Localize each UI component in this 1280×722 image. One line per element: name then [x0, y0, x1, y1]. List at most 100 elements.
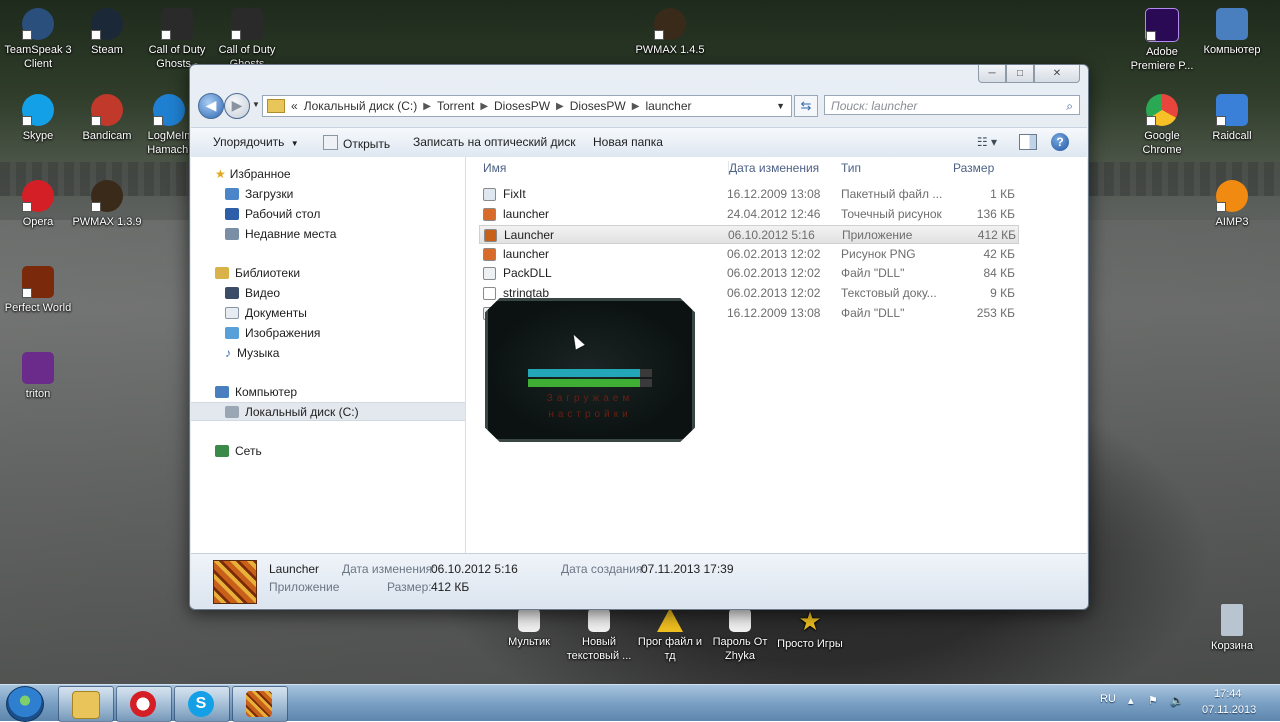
- breadcrumb-diosespw[interactable]: DiosesPW: [494, 99, 550, 113]
- batch-file-icon: [483, 188, 496, 201]
- breadcrumb-torrent[interactable]: Torrent: [437, 99, 474, 113]
- desktop-icon-perfect-world[interactable]: Perfect World: [0, 266, 76, 315]
- taskbar-item-launcher[interactable]: [232, 686, 288, 722]
- file-date: 16.12.2009 13:08: [727, 306, 821, 320]
- nav-libraries[interactable]: Библиотеки: [191, 264, 465, 283]
- breadcrumb-local-disk[interactable]: Локальный диск (C:): [304, 99, 418, 113]
- organize-button[interactable]: Упорядочить ▼: [213, 135, 299, 149]
- minimize-button[interactable]: ─: [978, 65, 1006, 83]
- refresh-button[interactable]: ⇆: [794, 95, 818, 117]
- volume-icon[interactable]: 🔈: [1170, 694, 1184, 707]
- desktop-icon-skype[interactable]: Skype: [0, 94, 76, 143]
- desktop-icon-label: PWMAX 1.3.9: [72, 216, 142, 228]
- breadcrumb-separator-icon[interactable]: ▶: [423, 101, 431, 112]
- file-row[interactable]: launcher 06.02.2013 12:02 Рисунок PNG 42…: [479, 245, 1019, 264]
- column-header-name[interactable]: Имя: [483, 161, 506, 175]
- desktop-icon-pwmax-139[interactable]: PWMAX 1.3.9: [69, 180, 145, 229]
- nav-music[interactable]: ♪ Музыка: [191, 344, 465, 363]
- help-icon[interactable]: ?: [1051, 133, 1069, 151]
- desktop-icon-multik[interactable]: Мультик: [491, 608, 567, 649]
- desktop-icon-chrome[interactable]: Google Chrome: [1124, 94, 1200, 157]
- desktop-icon-cod-ghosts-2[interactable]: Call of Duty Ghosts: [209, 8, 285, 71]
- breadcrumb-separator-icon[interactable]: ▶: [556, 101, 564, 112]
- file-name: Launcher: [504, 228, 555, 242]
- taskbar-item-opera[interactable]: [116, 686, 172, 722]
- tray-arrow-icon[interactable]: ▴: [1128, 694, 1134, 707]
- language-indicator[interactable]: RU: [1100, 693, 1116, 705]
- desktop-icon-prog-files[interactable]: Прог файл и тд: [632, 608, 708, 663]
- desktop-icon-label: Steam: [91, 44, 123, 56]
- preview-pane-icon[interactable]: [1019, 134, 1037, 150]
- action-center-flag-icon[interactable]: ⚑: [1148, 694, 1158, 707]
- desktop-icon-label: triton: [25, 388, 51, 400]
- address-bar[interactable]: « Локальный диск (C:) ▶ Torrent ▶ Dioses…: [262, 95, 792, 117]
- desktop-icon-password[interactable]: Пароль От Zhyka: [702, 608, 778, 663]
- recent-places-icon: [225, 228, 239, 240]
- nav-label: Избранное: [229, 167, 291, 181]
- nav-recent-places[interactable]: Недавние места: [191, 225, 465, 244]
- desktop-icon-raidcall[interactable]: Raidcall: [1194, 94, 1270, 143]
- file-row-selected[interactable]: Launcher 06.10.2012 5:16 Приложение 412 …: [479, 225, 1019, 244]
- desktop-icon-bandicam[interactable]: Bandicam: [69, 94, 145, 143]
- close-button[interactable]: ✕: [1034, 65, 1080, 83]
- nav-label: Рабочий стол: [245, 207, 321, 221]
- breadcrumb-overflow[interactable]: «: [291, 99, 298, 113]
- open-button[interactable]: Открыть: [323, 135, 390, 151]
- clock-date[interactable]: 07.11.2013: [1202, 704, 1256, 716]
- address-dropdown-icon[interactable]: ▼: [776, 101, 785, 111]
- column-header-type[interactable]: Тип: [841, 161, 861, 175]
- history-dropdown-icon[interactable]: ▼: [252, 100, 260, 109]
- nav-desktop[interactable]: Рабочий стол: [191, 205, 465, 224]
- breadcrumb-separator-icon[interactable]: ▶: [480, 101, 488, 112]
- new-folder-button[interactable]: Новая папка: [593, 135, 663, 149]
- nav-video[interactable]: Видео: [191, 284, 465, 303]
- desktop-icon-label: Новый текстовый ...: [566, 636, 632, 662]
- search-input[interactable]: Поиск: launcher ⌕: [824, 95, 1080, 115]
- nav-favorites[interactable]: ★ Избранное: [191, 165, 465, 184]
- desktop-icon-teamspeak[interactable]: TeamSpeak 3 Client: [0, 8, 76, 71]
- column-header-size[interactable]: Размер: [953, 161, 994, 175]
- desktop-icon-just-games[interactable]: ★ Просто Игры: [772, 608, 848, 651]
- desktop-icon-premiere[interactable]: Adobe Premiere P...: [1124, 8, 1200, 73]
- file-date: 06.10.2012 5:16: [728, 228, 815, 242]
- desktop-icon-computer[interactable]: Компьютер: [1194, 8, 1270, 57]
- burn-button[interactable]: Записать на оптический диск: [413, 135, 576, 149]
- maximize-button[interactable]: □: [1006, 65, 1034, 83]
- nav-images[interactable]: Изображения: [191, 324, 465, 343]
- desktop-icon-new-text[interactable]: Новый текстовый ...: [561, 608, 637, 663]
- breadcrumb-diosespw-2[interactable]: DiosesPW: [570, 99, 626, 113]
- nav-computer[interactable]: Компьютер: [191, 383, 465, 402]
- taskbar-item-explorer[interactable]: [58, 686, 114, 722]
- organize-label: Упорядочить: [213, 135, 285, 149]
- drive-icon: [225, 406, 239, 418]
- text-file-icon: [729, 608, 751, 632]
- search-icon[interactable]: ⌕: [1066, 96, 1073, 116]
- skype-icon: [22, 94, 54, 126]
- desktop-icon-steam[interactable]: Steam: [69, 8, 145, 57]
- breadcrumb-separator-icon[interactable]: ▶: [632, 101, 640, 112]
- dll-icon: [483, 267, 496, 280]
- file-row[interactable]: PackDLL 06.02.2013 12:02 Файл "DLL" 84 К…: [479, 264, 1019, 283]
- nav-local-disk[interactable]: Локальный диск (C:): [191, 402, 465, 421]
- desktop-icon-opera[interactable]: Opera: [0, 180, 76, 229]
- back-button[interactable]: ◀: [198, 93, 224, 119]
- desktop-icon-label: Google Chrome: [1142, 130, 1182, 156]
- desktop-icon-aimp[interactable]: AIMP3: [1194, 180, 1270, 229]
- desktop-icon-cod-ghosts-1[interactable]: Call of Duty Ghosts -: [139, 8, 215, 71]
- nav-documents[interactable]: Документы: [191, 304, 465, 323]
- nav-network[interactable]: Сеть: [191, 442, 465, 461]
- search-placeholder: Поиск: launcher: [831, 99, 918, 113]
- breadcrumb-launcher[interactable]: launcher: [645, 99, 691, 113]
- clock-time[interactable]: 17:44: [1214, 688, 1242, 700]
- nav-downloads[interactable]: Загрузки: [191, 185, 465, 204]
- start-button[interactable]: [6, 686, 44, 722]
- forward-button[interactable]: ▶: [224, 93, 250, 119]
- taskbar-item-skype[interactable]: S: [174, 686, 230, 722]
- desktop-icon-triton[interactable]: triton: [0, 352, 76, 401]
- file-row[interactable]: FixIt 16.12.2009 13:08 Пакетный файл ...…: [479, 185, 1019, 204]
- change-view-icon[interactable]: ☷ ▾: [977, 135, 997, 149]
- file-row[interactable]: launcher 24.04.2012 12:46 Точечный рисун…: [479, 205, 1019, 224]
- desktop-icon-recycle-bin[interactable]: Корзина: [1194, 604, 1270, 653]
- column-header-date[interactable]: Дата изменения: [728, 161, 819, 175]
- desktop-icon-pwmax-145[interactable]: PWMAX 1.4.5: [632, 8, 708, 57]
